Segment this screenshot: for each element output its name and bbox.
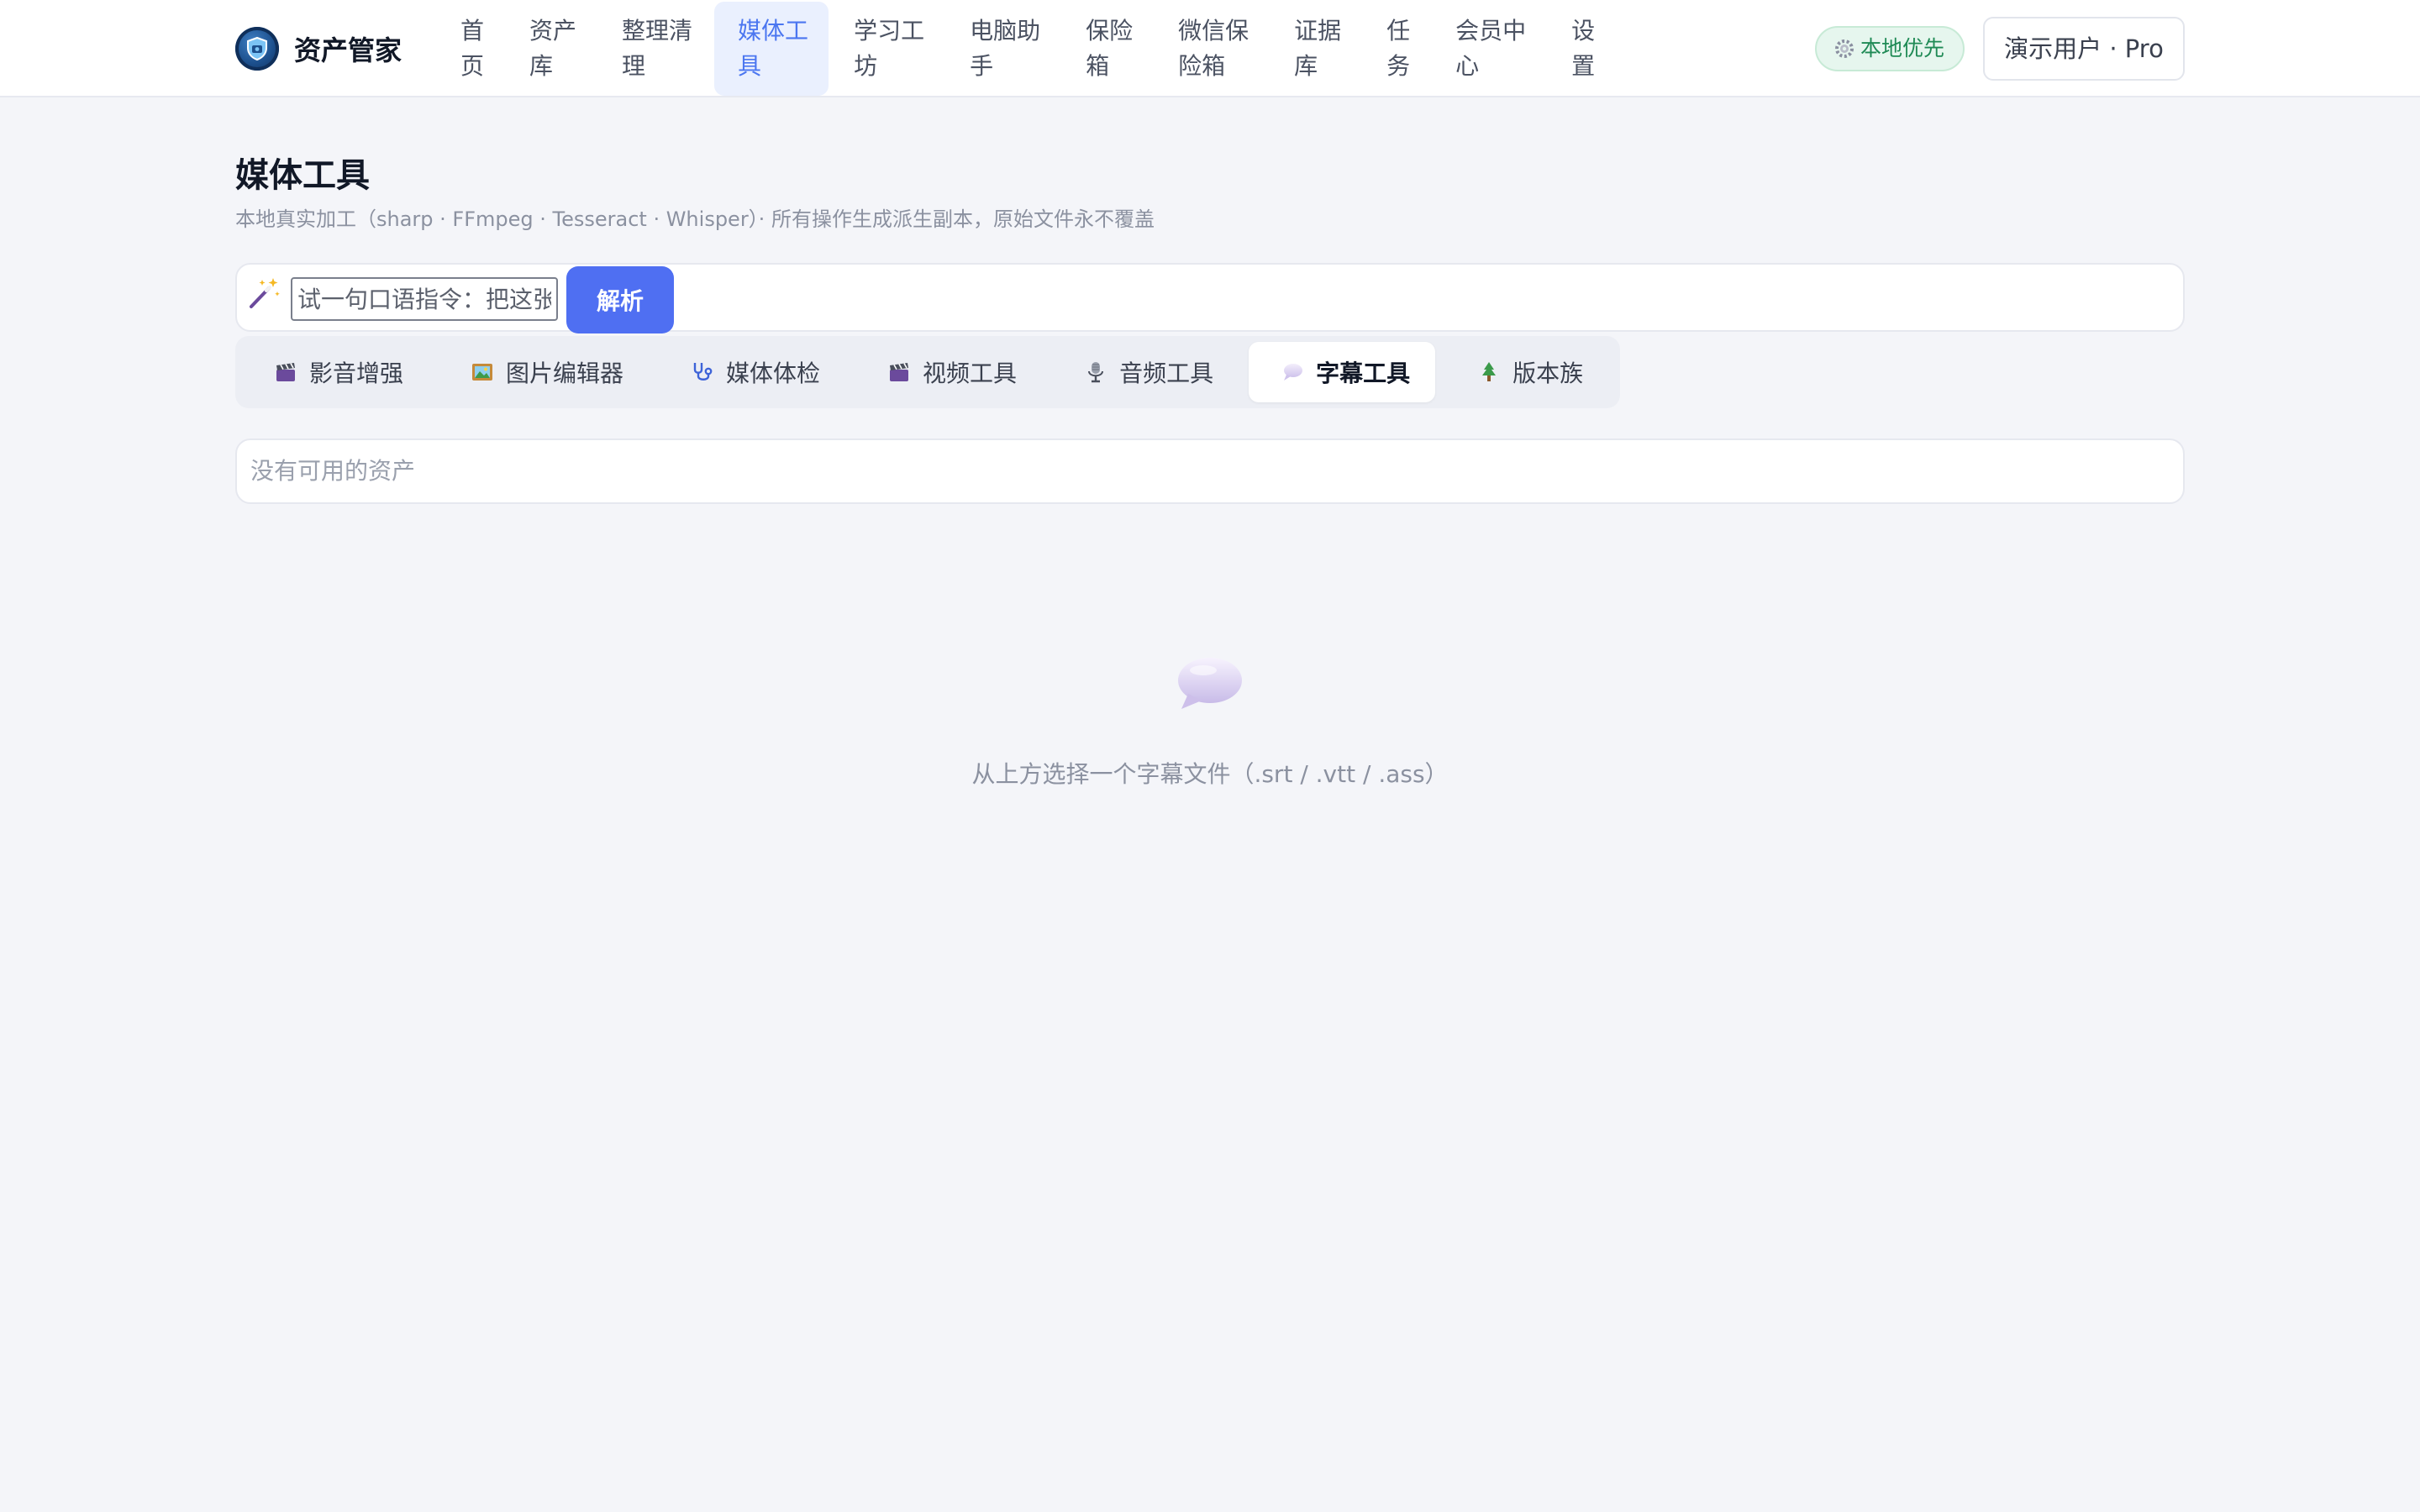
command-bar: 解析 [235,263,2185,333]
speech-bubble-icon [1284,364,1303,381]
tab-label: 图片编辑器 [506,360,624,387]
tab-media-checkup[interactable]: 媒体体检 [659,342,845,402]
top-nav-bar: 资产管家 首 页 资产 库 整理清 理 媒体工 具 学习工 坊 电脑助 手 保险… [0,0,2420,97]
local-first-badge: 本地优先 [1815,26,1965,71]
nav-item-label: 证据 库 [1294,17,1342,80]
nav-item-media-tools[interactable]: 媒体工 具 [714,2,829,96]
nav-item-pc-assistant[interactable]: 电脑助 手 [946,2,1060,96]
local-first-label: 本地优先 [1860,36,1945,60]
nav-item-settings[interactable]: 设 置 [1548,2,1615,96]
tab-label: 媒体体检 [726,360,821,387]
tab-audio-tools[interactable]: 音频工具 [1052,342,1239,402]
nav-item-evidence-library[interactable]: 证据 库 [1270,2,1361,96]
main-nav: 首 页 资产 库 整理清 理 媒体工 具 学习工 坊 电脑助 手 保险 箱 微信… [437,0,1617,97]
nav-item-label: 首 页 [460,17,485,80]
tab-label: 音频工具 [1119,360,1214,387]
nav-item-label: 学习工 坊 [854,17,925,80]
command-input[interactable] [291,277,558,321]
tab-label: 版本族 [1512,360,1584,387]
tab-label: 视频工具 [923,360,1018,387]
nav-item-label: 媒体工 具 [738,17,809,80]
nav-item-asset-library[interactable]: 资产 库 [506,2,597,96]
tab-label: 影音增强 [309,360,404,387]
nav-item-label: 设 置 [1571,17,1596,80]
shield-logo-icon [235,27,279,71]
brand-name: 资产管家 [294,34,402,66]
tab-image-editor[interactable]: 图片编辑器 [439,342,649,402]
nav-item-label: 资产 库 [529,17,577,80]
clapper-icon [276,363,295,381]
magic-wand-icon [250,278,280,308]
nav-item-label: 保险 箱 [1086,17,1134,80]
empty-state-message: 从上方选择一个字幕文件（.srt / .vtt / .ass） [971,760,1449,788]
nav-item-wechat-vault[interactable]: 微信保 险箱 [1155,2,1269,96]
nav-item-learning-workshop[interactable]: 学习工 坊 [830,2,944,96]
asset-select[interactable]: 没有可用的资产 [235,438,2185,504]
gear-icon [1835,39,1854,58]
tab-label: 字幕工具 [1316,360,1411,387]
speech-bubble-icon [1178,658,1242,709]
tab-version-family[interactable]: 版本族 [1445,342,1608,402]
nav-item-organize-clean[interactable]: 整理清 理 [598,2,713,96]
page-subtitle: 本地真实加工（sharp · FFmpeg · Tesseract · Whis… [235,207,1155,231]
tree-icon [1482,362,1497,381]
tool-tabs: 影音增强 图片编辑器 媒体体检 视频工具 音频工具 字幕工具 版本族 [235,336,1620,408]
tab-video-tools[interactable]: 视频工具 [855,342,1042,402]
parse-button[interactable]: 解析 [566,266,674,333]
user-menu-button[interactable]: 演示用户 · Pro [1983,17,2185,81]
nav-item-home[interactable]: 首 页 [437,2,504,96]
page-title: 媒体工具 [235,156,370,195]
framed-picture-icon [472,364,493,381]
nav-item-label: 任 务 [1386,17,1411,80]
tab-subtitle-tools[interactable]: 字幕工具 [1249,342,1436,402]
nav-item-tasks[interactable]: 任 务 [1363,2,1430,96]
clapper-icon [890,363,909,381]
brand[interactable]: 资产管家 [235,25,402,72]
nav-item-member-center[interactable]: 会员中 心 [1432,2,1546,96]
nav-item-label: 电脑助 手 [970,17,1041,80]
nav-item-label: 整理清 理 [622,17,693,80]
tab-av-enhance[interactable]: 影音增强 [242,342,429,402]
nav-item-vault[interactable]: 保险 箱 [1062,2,1153,96]
microphone-icon [1088,362,1104,383]
nav-item-label: 微信保 险箱 [1178,17,1249,80]
nav-item-label: 会员中 心 [1455,17,1527,80]
stethoscope-icon [693,363,713,381]
